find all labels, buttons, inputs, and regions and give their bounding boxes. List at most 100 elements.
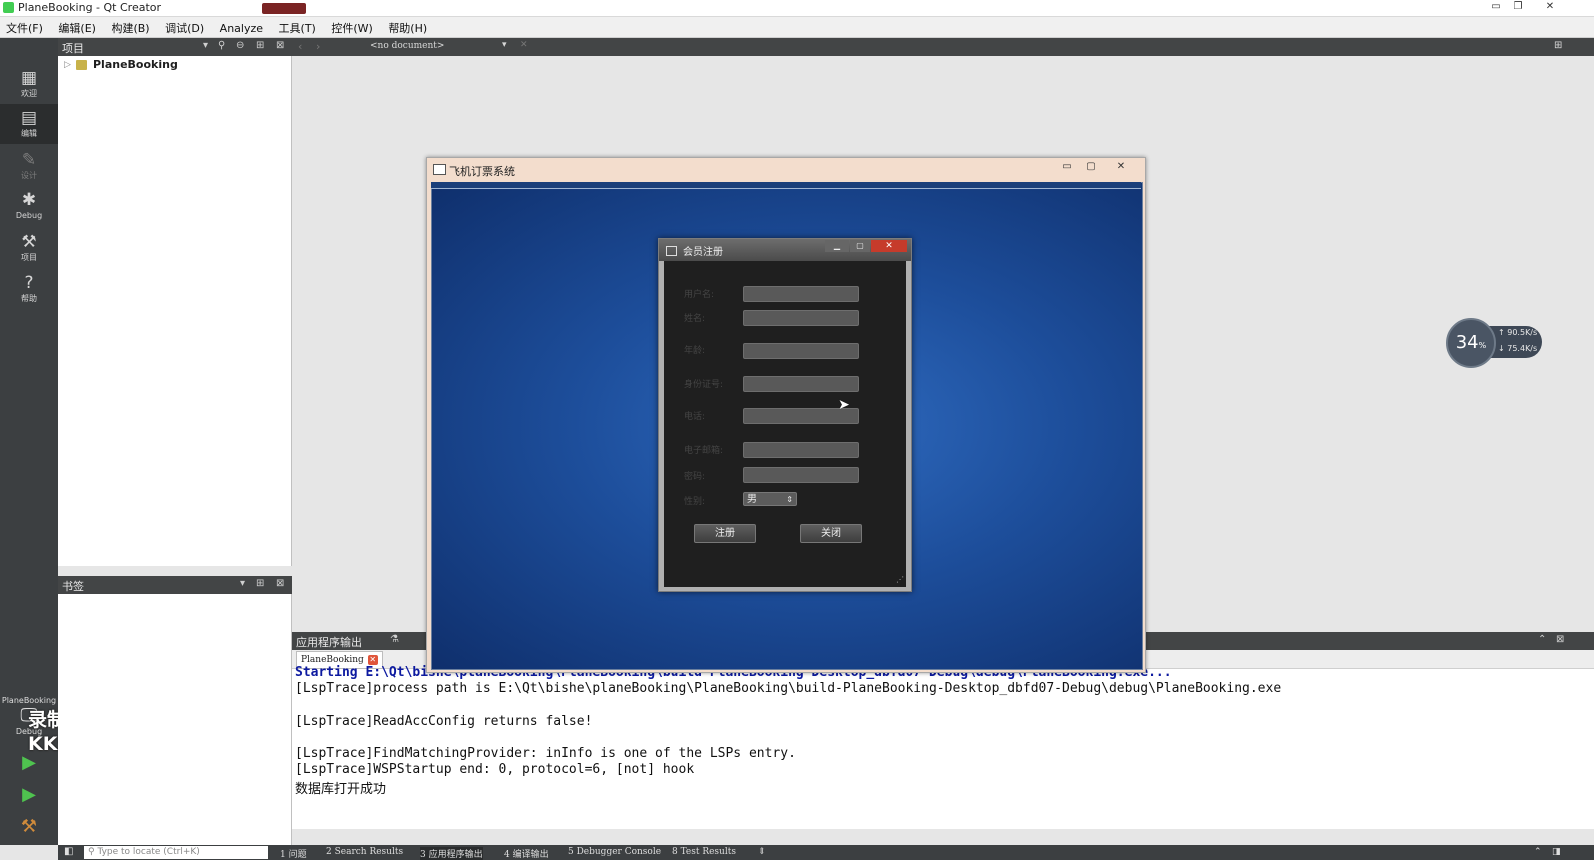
search-icon: ⚲ — [88, 847, 95, 857]
split-editor-icon[interactable]: ⊞ — [1554, 40, 1562, 51]
dialog-icon — [666, 246, 677, 256]
mode-edit[interactable]: ▤ 编辑 — [0, 104, 58, 144]
register-dialog: 会员注册 ▁ ▢ ✕ 用户名: 姓名: 年龄: 身份证号: 电话: 电子邮箱: … — [658, 238, 912, 592]
split-icon[interactable]: ⊞ — [256, 578, 264, 589]
username-input[interactable] — [743, 286, 859, 302]
status-bar: ◧ ⚲ Type to locate (Ctrl+K) 1 问题 2 Searc… — [58, 845, 1594, 860]
menu-widgets[interactable]: 控件(W) — [325, 17, 378, 36]
window-title: PlaneBooking - Qt Creator — [18, 1, 162, 14]
restore-icon[interactable]: ❐ — [1508, 0, 1528, 14]
menu-analyze[interactable]: Analyze — [214, 19, 269, 35]
edit-icon: ▤ — [20, 108, 38, 128]
mouse-cursor-icon: ➤ — [838, 397, 850, 413]
filter-icon[interactable]: ⚲ — [218, 40, 225, 51]
dropdown-icon[interactable]: ▾ — [502, 40, 507, 50]
tab-search-results[interactable]: 2 Search Results — [326, 847, 403, 857]
maximize-icon[interactable]: ▢ — [1081, 160, 1101, 174]
bug-icon: ✱ — [21, 190, 37, 210]
username-label: 用户名: — [684, 290, 715, 300]
attach-icon[interactable]: ⚗ — [390, 634, 399, 645]
menu-debug[interactable]: 调试(D) — [159, 17, 210, 36]
debug-run-icon[interactable]: ▶ — [18, 784, 40, 806]
dropdown-icon[interactable]: ▾ — [240, 578, 245, 589]
menu-build[interactable]: 构建(B) — [105, 17, 155, 36]
close-icon[interactable]: ✕ — [871, 240, 907, 252]
document-selector[interactable]: <no document> — [370, 41, 444, 51]
more-tabs-icon[interactable]: ⇕ — [758, 847, 766, 857]
locator-input[interactable]: ⚲ Type to locate (Ctrl+K) — [84, 846, 268, 859]
output-line: [LspTrace]WSPStartup end: 0, protocol=6,… — [295, 762, 695, 777]
menu-bar: 文件(F) 编辑(E) 构建(B) 调试(D) Analyze 工具(T) 控件… — [0, 17, 1594, 38]
tab-application-output[interactable]: 3 应用程序输出 — [420, 847, 483, 860]
minimize-icon[interactable]: ▭ — [1057, 160, 1077, 174]
projects-panel-title[interactable]: 项目 — [62, 40, 84, 56]
forward-icon[interactable]: › — [316, 40, 320, 53]
window-icon — [433, 164, 446, 175]
chevron-down-icon: ⇕ — [786, 495, 793, 504]
build-hammer-icon[interactable]: ⚒ — [18, 816, 40, 838]
mode-debug[interactable]: ✱ Debug — [0, 186, 58, 226]
phone-label: 电话: — [684, 412, 706, 422]
menu-tools[interactable]: 工具(T) — [273, 17, 322, 36]
close-icon[interactable]: ✕ — [1540, 0, 1560, 14]
close-panel-icon[interactable]: ⊠ — [276, 40, 284, 51]
taskbar-thumbnail — [262, 3, 306, 14]
expand-arrow-icon[interactable]: ▷ — [64, 60, 71, 70]
output-line: [LspTrace]FindMatchingProvider: inInfo i… — [295, 746, 796, 761]
mode-help[interactable]: ? 帮助 — [0, 269, 58, 309]
back-icon[interactable]: ‹ — [298, 40, 302, 53]
output-pane-title: 应用程序输出 — [296, 636, 362, 649]
id-number-label: 身份证号: — [684, 380, 724, 390]
split-icon[interactable]: ⊞ — [256, 40, 264, 51]
kit-project: PlaneBooking — [1, 696, 57, 705]
age-input[interactable] — [743, 343, 859, 359]
output-line: [LspTrace]ReadAccConfig returns false! — [295, 714, 593, 729]
tab-debugger-console[interactable]: 5 Debugger Console — [568, 847, 661, 857]
project-folder-icon — [76, 60, 87, 70]
resize-grip-icon[interactable]: ⋰ — [896, 575, 904, 584]
close-pane-icon[interactable]: ⊠ — [1556, 634, 1564, 645]
maximize-pane-icon[interactable]: ⌃ — [1538, 634, 1546, 645]
tab-issues[interactable]: 1 问题 — [280, 847, 307, 860]
close-document-icon[interactable]: ✕ — [520, 40, 528, 50]
email-input[interactable] — [743, 442, 859, 458]
minimize-icon[interactable]: ▭ — [1486, 0, 1506, 14]
id-number-input[interactable] — [743, 376, 859, 392]
upload-speed: ↑ 90.5K/s — [1498, 328, 1538, 337]
title-bar: PlaneBooking - Qt Creator ▭ ❐ ✕ — [0, 0, 1594, 17]
mode-projects[interactable]: ⚒ 项目 — [0, 228, 58, 268]
menu-edit[interactable]: 编辑(E) — [52, 17, 102, 36]
mode-design[interactable]: ✎ 设计 — [0, 146, 58, 186]
dialog-title: 会员注册 — [683, 247, 723, 258]
toggle-sidebar-icon[interactable]: ◧ — [64, 846, 73, 857]
help-icon: ? — [24, 273, 34, 293]
output-line: [LspTrace]process path is E:\Qt\bishe\pl… — [295, 681, 1282, 696]
name-input[interactable] — [743, 310, 859, 326]
age-label: 年龄: — [684, 346, 706, 356]
gender-select[interactable]: 男 ⇕ — [743, 492, 797, 506]
application-output: Starting E:\Qt\bishe\planeBooking\PlaneB… — [292, 665, 1594, 829]
close-tab-icon[interactable]: ✕ — [367, 655, 378, 665]
password-input[interactable] — [743, 467, 859, 483]
pencil-icon: ✎ — [21, 150, 37, 170]
dropdown-icon[interactable]: ▾ — [203, 40, 208, 51]
menu-file[interactable]: 文件(F) — [0, 17, 49, 36]
project-root[interactable]: PlaneBooking — [93, 58, 178, 71]
projects-panel-header: 项目 ▾ ⚲ ⊖ ⊞ ⊠ — [58, 38, 292, 56]
close-icon[interactable]: ✕ — [1111, 160, 1131, 174]
pane-up-icon[interactable]: ⌃ — [1534, 847, 1542, 857]
tab-test-results[interactable]: 8 Test Results — [672, 847, 736, 857]
network-monitor[interactable]: 34% ↑ 90.5K/s ↓ 75.4K/s — [1446, 318, 1544, 368]
close-panel-icon[interactable]: ⊠ — [276, 578, 284, 589]
maximize-icon[interactable]: ▢ — [850, 240, 870, 252]
toggle-right-sidebar-icon[interactable]: ◨ — [1552, 847, 1561, 857]
register-button[interactable]: 注册 — [694, 524, 756, 543]
tab-compile-output[interactable]: 4 编译输出 — [504, 847, 549, 860]
minimize-icon[interactable]: ▁ — [825, 240, 849, 252]
bookmarks-panel-title[interactable]: 书签 — [62, 578, 84, 594]
link-icon[interactable]: ⊖ — [236, 40, 244, 51]
close-button[interactable]: 关闭 — [800, 524, 862, 543]
mode-welcome[interactable]: ▦ 欢迎 — [0, 64, 58, 104]
gender-label: 性别: — [684, 497, 706, 507]
menu-help[interactable]: 帮助(H) — [382, 17, 433, 36]
